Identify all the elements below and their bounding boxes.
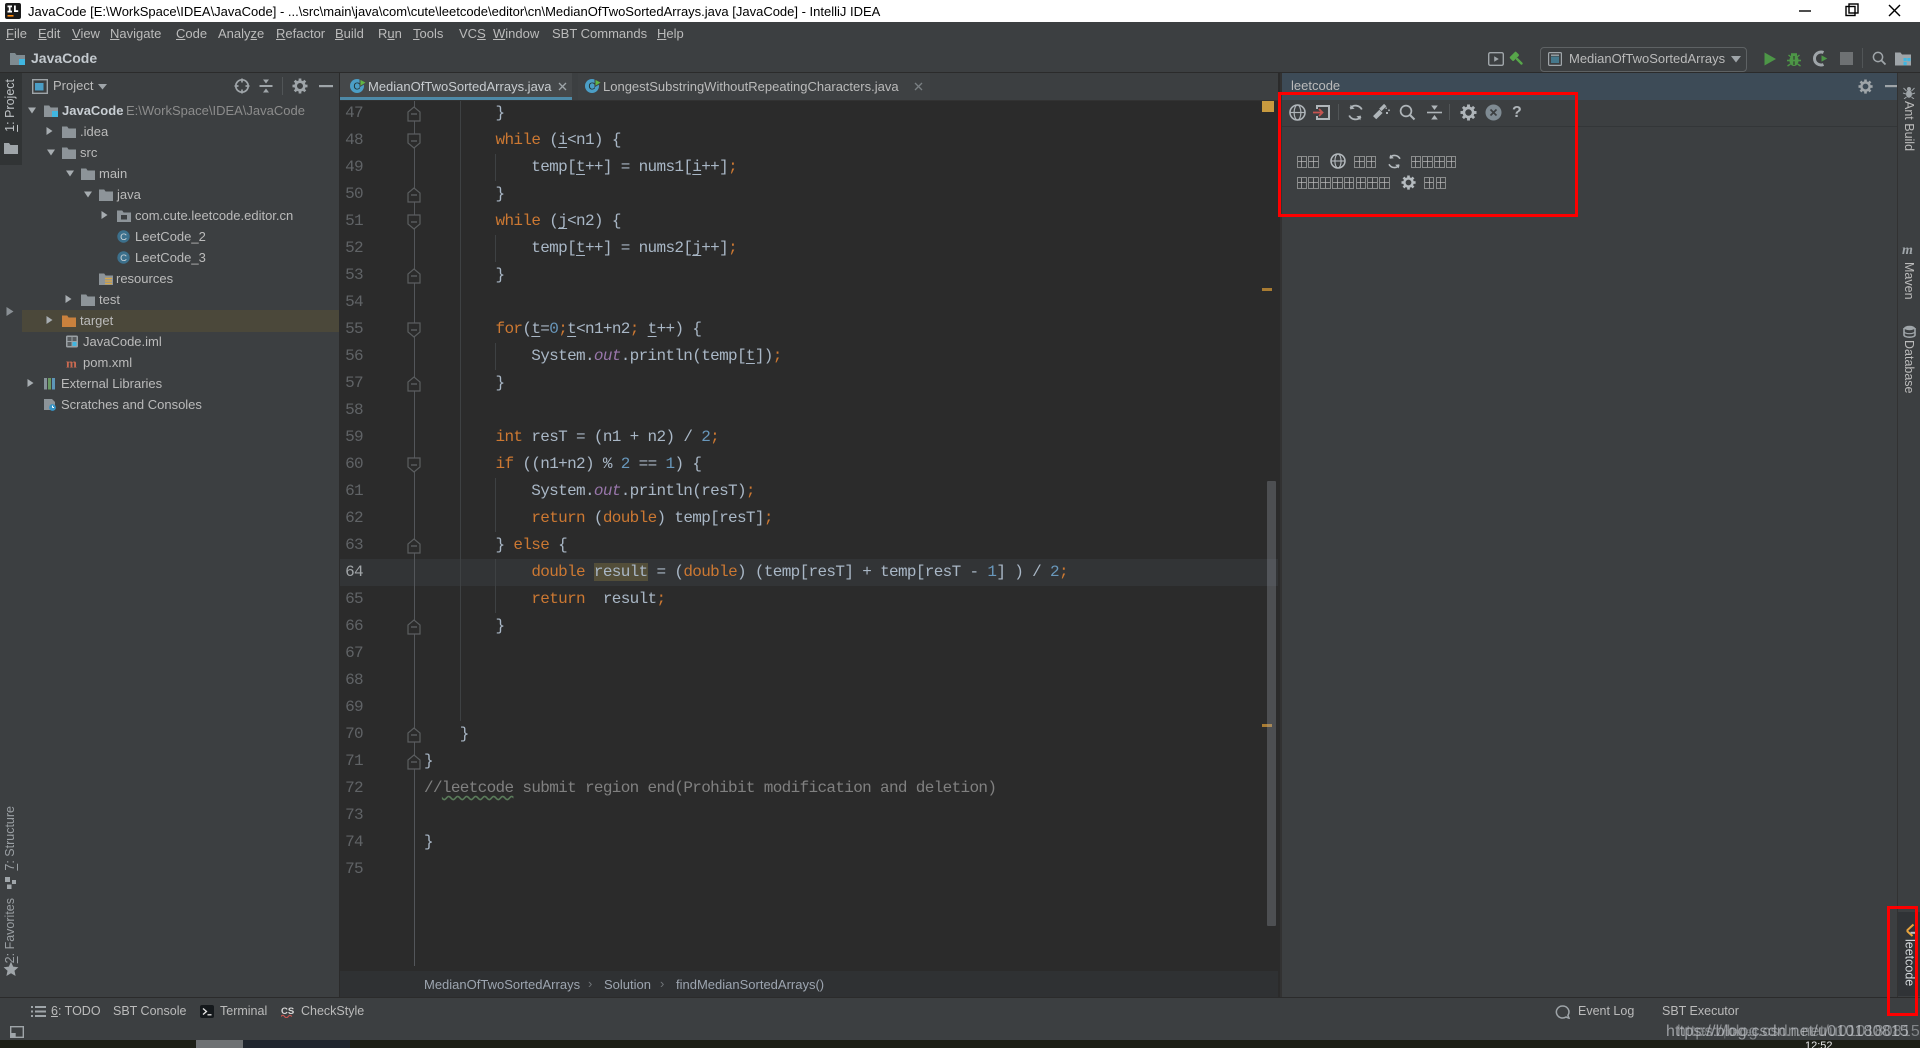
svg-text:m: m: [66, 356, 77, 369]
svg-text:C: C: [120, 232, 127, 243]
svg-text:C: C: [120, 253, 127, 264]
